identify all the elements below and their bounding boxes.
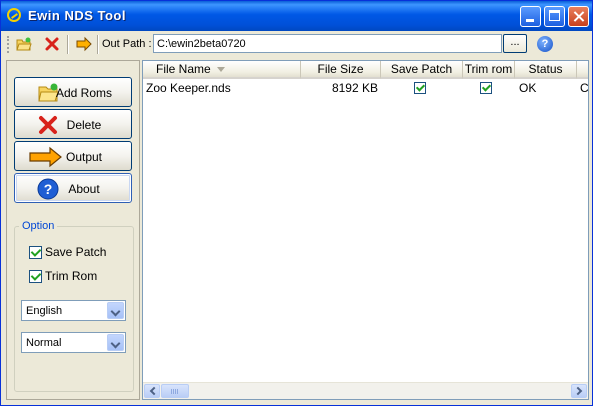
chevron-down-icon[interactable]	[107, 334, 124, 351]
add-roms-button[interactable]: Add Roms	[14, 77, 132, 107]
toolbar-grip[interactable]	[7, 36, 11, 53]
column-header-save-patch[interactable]: Save Patch	[381, 61, 463, 79]
sort-down-icon	[216, 67, 225, 73]
mode-select[interactable]: Normal	[21, 332, 126, 353]
delete-button[interactable]: Delete	[14, 109, 132, 139]
app-logo-icon[interactable]	[7, 8, 21, 22]
toolbar: Out Path : ... ?	[4, 32, 589, 57]
app-window: Ewin NDS Tool Out Path : ... ?	[0, 0, 593, 406]
toolbar-separator	[67, 35, 69, 54]
scrollbar-thumb[interactable]	[161, 384, 189, 398]
output-button[interactable]: Output	[14, 141, 132, 171]
chevron-down-icon[interactable]	[107, 302, 124, 319]
help-icon[interactable]: ?	[537, 36, 553, 52]
delete-label: Delete	[66, 118, 102, 132]
cell-extra: C	[580, 81, 589, 95]
browse-button[interactable]: ...	[503, 34, 527, 53]
column-header-file-name[interactable]: File Name	[143, 61, 301, 79]
language-value: English	[26, 305, 63, 317]
scroll-right-icon[interactable]	[571, 384, 587, 398]
language-select[interactable]: English	[21, 300, 126, 321]
column-header-file-size[interactable]: File Size	[301, 61, 381, 79]
save-patch-checkbox[interactable]	[29, 246, 42, 259]
save-patch-label[interactable]: Save Patch	[45, 245, 106, 259]
add-roms-label: Add Roms	[55, 86, 113, 100]
rom-list[interactable]: File Name File Size Save Patch Trim rom …	[142, 60, 589, 400]
cell-file-name: Zoo Keeper.nds	[146, 81, 231, 95]
minimize-button[interactable]	[520, 6, 541, 27]
output-label: Output	[65, 150, 103, 164]
cell-status: OK	[519, 81, 537, 95]
title-bar[interactable]: Ewin NDS Tool	[1, 1, 592, 31]
mode-value: Normal	[26, 337, 62, 349]
close-button[interactable]	[568, 6, 589, 27]
scroll-left-icon[interactable]	[144, 384, 160, 398]
out-path-label: Out Path :	[102, 38, 152, 50]
column-header-trim-rom[interactable]: Trim rom	[463, 61, 515, 79]
output-arrow-icon[interactable]	[76, 36, 92, 52]
cell-trim-rom-checkbox[interactable]	[480, 82, 492, 94]
out-path-input[interactable]	[153, 34, 502, 53]
toolbar-separator	[97, 35, 99, 54]
delete-x-icon[interactable]	[44, 36, 60, 52]
cell-save-patch-checkbox[interactable]	[414, 82, 426, 94]
cell-file-size: 8192 KB	[331, 81, 378, 95]
column-header-extra[interactable]: C	[577, 61, 588, 79]
horizontal-scrollbar[interactable]	[143, 382, 588, 399]
maximize-button[interactable]	[544, 6, 565, 27]
add-folder-icon[interactable]	[16, 36, 32, 52]
trim-rom-checkbox[interactable]	[29, 270, 42, 283]
window-title: Ewin NDS Tool	[28, 8, 126, 23]
column-header-status[interactable]: Status	[515, 61, 577, 79]
left-panel: Add Roms Delete Output ? About Option Sa…	[6, 60, 140, 400]
option-group-title: Option	[19, 220, 58, 232]
about-label: About	[68, 182, 100, 196]
about-button[interactable]: ? About	[14, 173, 132, 203]
trim-rom-label[interactable]: Trim Rom	[45, 269, 97, 283]
